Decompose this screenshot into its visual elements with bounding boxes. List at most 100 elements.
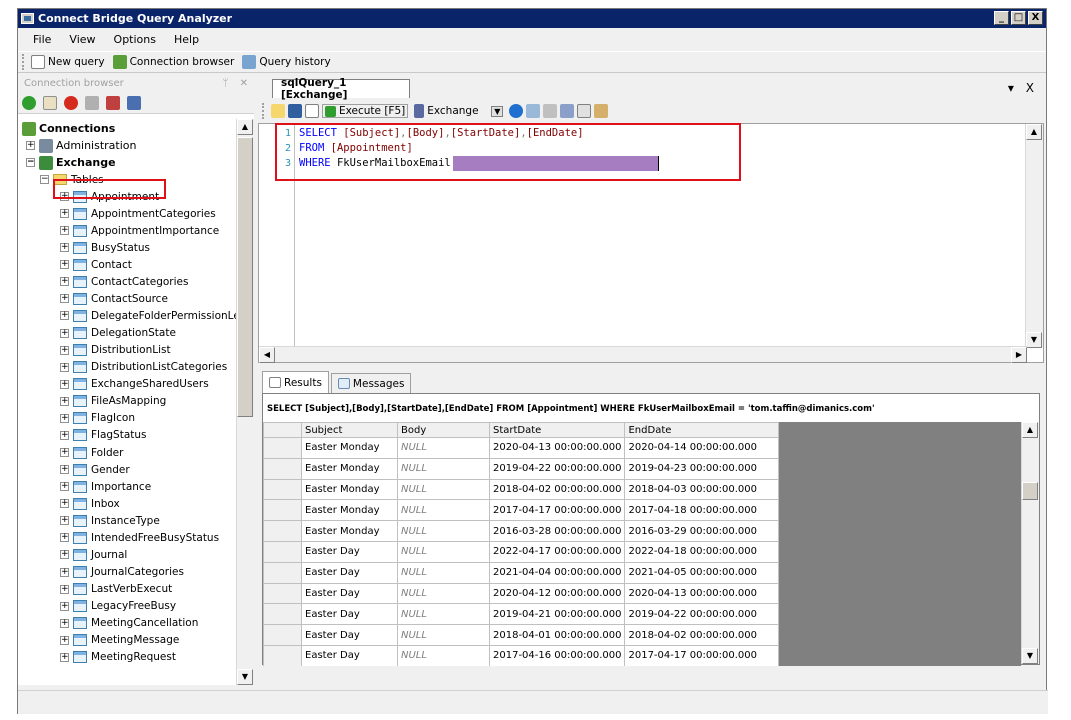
cell-startdate[interactable]: 2017-04-16 00:00:00.000 [488, 644, 626, 666]
table-row[interactable]: Easter Day NULL 2018-04-01 00:00:00.000 201… [263, 624, 780, 646]
scroll-thumb[interactable] [1022, 482, 1038, 500]
cell-subject[interactable]: Easter Day [301, 561, 398, 584]
paste-icon[interactable] [594, 104, 609, 118]
row-header[interactable] [263, 624, 302, 646]
tree-node-connections[interactable]: Connections [22, 120, 115, 137]
cell-startdate[interactable]: 2020-04-13 00:00:00.000 [488, 437, 626, 459]
tab-results[interactable]: Results [262, 371, 329, 393]
expand-icon[interactable]: + [60, 430, 69, 440]
expand-icon[interactable]: + [60, 260, 69, 270]
cell-startdate[interactable]: 2020-04-12 00:00:00.000 [488, 582, 626, 605]
pin-icon[interactable]: ᛘ [222, 78, 228, 89]
cell-enddate[interactable]: 2016-03-29 00:00:00.000 [624, 520, 780, 542]
cell-startdate[interactable]: 2022-04-17 00:00:00.000 [488, 540, 626, 563]
expand-icon[interactable]: + [60, 448, 69, 458]
cell-body[interactable]: NULL [397, 457, 490, 480]
tree-node-table[interactable]: + FlagStatus [60, 427, 147, 444]
cell-startdate[interactable]: 2016-03-28 00:00:00.000 [488, 520, 626, 542]
delete-connection-icon[interactable] [64, 95, 78, 110]
expand-icon[interactable]: + [60, 652, 69, 662]
cell-startdate[interactable]: 2019-04-22 00:00:00.000 [488, 457, 626, 480]
cell-body[interactable]: NULL [397, 582, 490, 605]
editor-vscrollbar[interactable]: ▲ ▼ [1025, 124, 1043, 348]
column-header-body[interactable]: Body [397, 422, 490, 438]
expand-icon[interactable]: + [60, 294, 69, 304]
collapse-icon[interactable]: − [26, 158, 35, 167]
cell-body[interactable]: NULL [397, 437, 490, 459]
expand-icon[interactable]: + [60, 482, 69, 492]
expand-icon[interactable]: + [60, 465, 69, 475]
expand-icon[interactable]: + [60, 550, 69, 560]
table-row[interactable]: Easter Monday NULL 2018-04-02 00:00:00.000… [263, 478, 780, 501]
cell-startdate[interactable]: 2021-04-04 00:00:00.000 [488, 561, 626, 584]
close-button[interactable]: X [1028, 11, 1043, 25]
open-icon[interactable] [271, 104, 285, 118]
save-icon[interactable] [288, 104, 302, 118]
tree-node-table[interactable]: + Folder [60, 444, 123, 461]
copy-icon[interactable] [577, 104, 592, 118]
refresh-icon[interactable] [106, 95, 120, 110]
tree-node-table[interactable]: + DistributionList [60, 342, 171, 359]
cell-enddate[interactable]: 2020-04-13 00:00:00.000 [624, 582, 780, 605]
tree-node-table[interactable]: + Gender [60, 461, 130, 478]
tab-list-icon[interactable]: ▾ [1008, 81, 1014, 95]
scroll-thumb[interactable] [237, 137, 253, 417]
tree-scrollbar[interactable]: ▲ ▼ [236, 119, 254, 685]
new-document-icon[interactable] [305, 104, 319, 118]
table-row[interactable]: Easter Day NULL 2017-04-16 00:00:00.000 201… [263, 644, 780, 666]
undo-icon[interactable] [526, 104, 541, 118]
results-scrollbar[interactable]: ▲ ▼ [1021, 422, 1039, 664]
tree-node-table[interactable]: + AppointmentImportance [60, 222, 219, 239]
cell-enddate[interactable]: 2019-04-22 00:00:00.000 [624, 603, 780, 626]
expand-icon[interactable]: + [26, 141, 35, 150]
scroll-up-icon[interactable]: ▲ [237, 119, 253, 135]
expand-icon[interactable]: + [60, 243, 69, 253]
cell-body[interactable]: NULL [397, 478, 490, 501]
cell-enddate[interactable]: 2019-04-23 00:00:00.000 [624, 457, 780, 480]
menu-view[interactable]: View [60, 33, 104, 46]
cell-subject[interactable]: Easter Day [301, 644, 398, 666]
column-header-startdate[interactable]: StartDate [488, 422, 626, 438]
row-header[interactable] [263, 499, 302, 522]
cell-subject[interactable]: Easter Monday [301, 499, 398, 522]
tree-node-table[interactable]: + ExchangeSharedUsers [60, 376, 209, 393]
scroll-right-icon[interactable]: ▶ [1011, 347, 1027, 363]
row-header[interactable] [263, 644, 302, 666]
tree-node-table[interactable]: + DelegateFolderPermissionLeve [60, 307, 236, 324]
table-row[interactable]: Easter Day NULL 2019-04-21 00:00:00.000 201… [263, 603, 780, 626]
cell-enddate[interactable]: 2017-04-17 00:00:00.000 [624, 644, 780, 666]
expand-icon[interactable]: + [60, 499, 69, 509]
scroll-up-icon[interactable]: ▲ [1026, 124, 1042, 140]
row-header[interactable] [263, 540, 302, 563]
connection-browser-button[interactable]: Connection browser [112, 55, 234, 69]
expand-icon[interactable]: + [60, 618, 69, 628]
tree-node-table[interactable]: + AppointmentCategories [60, 205, 216, 222]
expand-icon[interactable]: + [60, 635, 69, 645]
tree-node-table[interactable]: + BusyStatus [60, 239, 150, 256]
column-header-subject[interactable]: Subject [301, 422, 398, 438]
expand-icon[interactable]: + [60, 362, 69, 372]
cell-body[interactable]: NULL [397, 624, 490, 646]
tree-node-table[interactable]: + Inbox [60, 495, 120, 512]
minimize-button[interactable]: _ [994, 11, 1009, 25]
cell-enddate[interactable]: 2022-04-18 00:00:00.000 [624, 540, 780, 563]
row-header[interactable] [263, 603, 302, 626]
expand-icon[interactable]: + [60, 345, 69, 355]
tree-node-table[interactable]: + JournalCategories [60, 564, 184, 581]
table-row[interactable]: Easter Monday NULL 2017-04-17 00:00:00.000… [263, 499, 780, 522]
cell-body[interactable]: NULL [397, 603, 490, 626]
tree-node-exchange[interactable]: − Exchange [26, 154, 116, 171]
table-row[interactable]: Easter Monday NULL 2020-04-13 00:00:00.000… [263, 437, 780, 459]
expand-icon[interactable]: + [60, 567, 69, 577]
cell-startdate[interactable]: 2018-04-01 00:00:00.000 [488, 624, 626, 646]
expand-icon[interactable]: + [60, 379, 69, 389]
tree-node-table[interactable]: + FileAsMapping [60, 393, 166, 410]
cell-startdate[interactable]: 2017-04-17 00:00:00.000 [488, 499, 626, 522]
expand-icon[interactable]: + [60, 226, 69, 236]
expand-icon[interactable]: + [60, 584, 69, 594]
row-header[interactable] [263, 582, 302, 605]
expand-icon[interactable]: + [60, 396, 69, 406]
query-history-button[interactable]: Query history [242, 55, 331, 69]
scroll-down-icon[interactable]: ▼ [1022, 648, 1038, 664]
scroll-left-icon[interactable]: ◀ [259, 347, 275, 363]
